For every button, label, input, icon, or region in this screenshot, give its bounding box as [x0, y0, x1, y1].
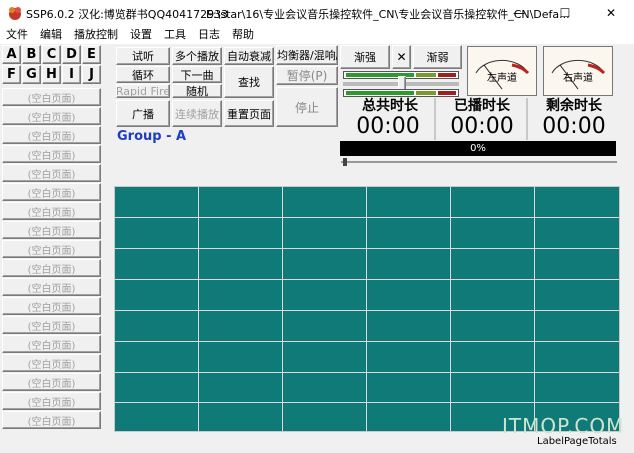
page-button-11[interactable]: (空白页面)	[2, 278, 101, 296]
menu-file[interactable]: 文件	[0, 26, 34, 44]
multi-play-button[interactable]: 多个播放	[172, 47, 222, 65]
total-time-label: 总共时长	[362, 98, 418, 114]
right-vu-meter: 右声道	[543, 46, 613, 96]
page-button-16[interactable]: (空白页面)	[2, 373, 101, 391]
page-button-18[interactable]: (空白页面)	[2, 411, 101, 429]
watermark: ITMOP.COM	[502, 414, 625, 438]
menu-help[interactable]: 帮助	[226, 26, 260, 44]
minimize-button[interactable]: —	[496, 0, 542, 26]
page-button-8[interactable]: (空白页面)	[2, 221, 101, 239]
page-button-4[interactable]: (空白页面)	[2, 145, 101, 163]
find-button[interactable]: 查找	[224, 66, 274, 98]
left-vu-meter: 左声道	[467, 46, 537, 96]
progress-percent: 0%	[470, 143, 486, 154]
page-button-2[interactable]: (空白页面)	[2, 107, 101, 125]
maximize-button[interactable]: ☐	[542, 0, 588, 26]
page-button-9[interactable]: (空白页面)	[2, 240, 101, 258]
page-button-15[interactable]: (空白页面)	[2, 354, 101, 372]
page-button-1[interactable]: (空白页面)	[2, 88, 101, 106]
letter-button-f[interactable]: F	[2, 65, 21, 84]
menu-edit[interactable]: 编辑	[34, 26, 68, 44]
sound-cart-grid[interactable]	[114, 186, 620, 432]
page-button-17[interactable]: (空白页面)	[2, 392, 101, 410]
left-channel-label: 左声道	[487, 73, 517, 84]
page-button-13[interactable]: (空白页面)	[2, 316, 101, 334]
page-button-6[interactable]: (空白页面)	[2, 183, 101, 201]
menu-log[interactable]: 日志	[192, 26, 226, 44]
letter-button-e[interactable]: E	[82, 45, 101, 64]
page-button-5[interactable]: (空白页面)	[2, 164, 101, 182]
played-time-value: 00:00	[450, 114, 514, 139]
letter-button-j[interactable]: J	[82, 65, 101, 84]
page-button-12[interactable]: (空白页面)	[2, 297, 101, 315]
random-button[interactable]: 随机	[172, 84, 222, 98]
letter-button-c[interactable]: C	[42, 45, 61, 64]
fade-x-button[interactable]: ✕	[392, 45, 411, 69]
pause-button[interactable]: 暂停(P)	[276, 66, 338, 85]
time-separator-1	[434, 98, 436, 140]
broadcast-button[interactable]: 广播	[116, 100, 170, 127]
rapid-fire-button[interactable]: Rapid Fire	[116, 84, 170, 98]
stop-button[interactable]: 停止	[276, 87, 338, 127]
page-button-7[interactable]: (空白页面)	[2, 202, 101, 220]
page-button-3[interactable]: (空白页面)	[2, 126, 101, 144]
group-label: Group - A	[117, 129, 187, 144]
loop-button[interactable]: 循环	[116, 66, 170, 83]
played-time-label: 已播时长	[454, 98, 510, 114]
letter-button-d[interactable]: D	[62, 45, 81, 64]
total-time-value: 00:00	[356, 114, 420, 139]
remain-time-label: 剩余时长	[546, 98, 602, 114]
window-title: SSP6.0.2 汉化:博览群书QQ404172933	[26, 8, 229, 21]
page-totals-label: LabelPageTotals	[537, 436, 617, 447]
page-button-14[interactable]: (空白页面)	[2, 335, 101, 353]
menu-settings[interactable]: 设置	[124, 26, 158, 44]
progress-bar: 0%	[340, 141, 616, 156]
eq-mixer-button[interactable]: 均衡器/混响/节拍	[276, 45, 338, 65]
letter-button-g[interactable]: G	[22, 65, 41, 84]
preview-button[interactable]: 试听	[116, 47, 170, 65]
seek-track	[341, 161, 617, 163]
fade-out-button[interactable]: 渐弱	[413, 45, 462, 69]
remain-time-value: 00:00	[542, 114, 606, 139]
next-track-button[interactable]: 下一曲	[172, 66, 222, 83]
page-button-10[interactable]: (空白页面)	[2, 259, 101, 277]
seek-handle[interactable]	[343, 158, 347, 166]
menu-playback[interactable]: 播放控制	[68, 26, 124, 44]
letter-button-i[interactable]: I	[62, 65, 81, 84]
auto-fade-button[interactable]: 自动衰减	[224, 47, 274, 65]
menu-tools[interactable]: 工具	[158, 26, 192, 44]
right-channel-label: 右声道	[563, 73, 593, 84]
letter-button-h[interactable]: H	[42, 65, 61, 84]
fade-in-button[interactable]: 渐强	[340, 45, 390, 69]
close-button[interactable]: ✕	[588, 0, 634, 26]
letter-button-b[interactable]: B	[22, 45, 41, 64]
app-icon	[9, 7, 21, 20]
menu-bar: 文件 编辑 播放控制 设置 工具 日志 帮助	[0, 26, 634, 44]
letter-button-a[interactable]: A	[2, 45, 21, 64]
continuous-play-button[interactable]: 连续播放	[172, 100, 222, 127]
reset-page-button[interactable]: 重置页面	[224, 100, 274, 127]
